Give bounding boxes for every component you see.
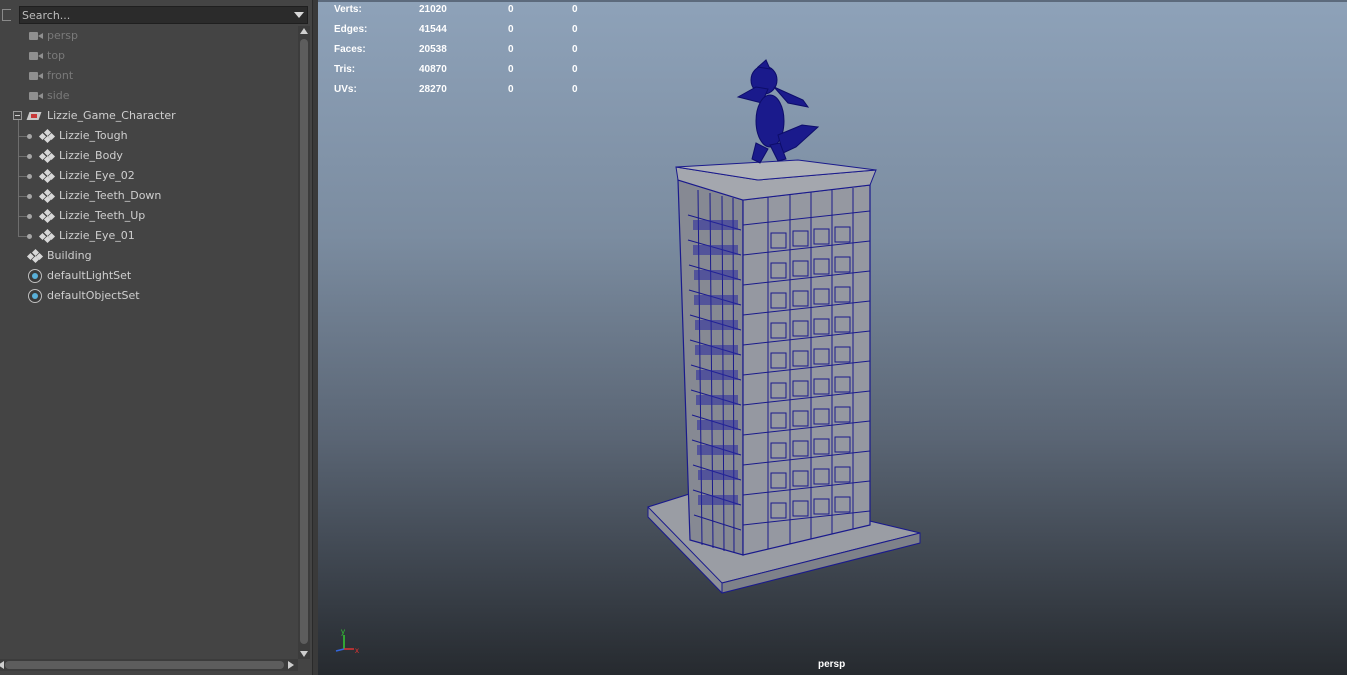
- outliner-item-lizzie-teeth-up[interactable]: Lizzie_Teeth_Up: [0, 206, 298, 226]
- vertical-scroll-thumb[interactable]: [300, 39, 308, 644]
- search-input[interactable]: [22, 7, 282, 23]
- outliner-item-label: front: [47, 69, 74, 82]
- outliner-item-label: Lizzie_Eye_02: [59, 169, 135, 182]
- camera-icon: [29, 32, 43, 40]
- camera-icon: [29, 92, 43, 100]
- outliner-item-lizzie-eye-01[interactable]: Lizzie_Eye_01: [0, 226, 298, 246]
- outliner-item-label: Lizzie_Tough: [59, 129, 128, 142]
- outliner-tree: persp top front side Lizzie_Game_Charact…: [0, 26, 298, 656]
- hud-selected: 0: [508, 24, 514, 35]
- horizontal-scrollbar[interactable]: [0, 659, 298, 671]
- node-dot-icon: [27, 174, 32, 179]
- hud-component: 0: [572, 84, 578, 95]
- search-dropdown-icon[interactable]: [294, 12, 304, 18]
- search-bar: [0, 4, 312, 26]
- outliner-item-label: Lizzie_Eye_01: [59, 229, 135, 242]
- node-dot-icon: [27, 154, 32, 159]
- outliner-item-front[interactable]: front: [0, 66, 298, 86]
- viewport-persp[interactable]: Verts: 21020 0 0 Edges: 41544 0 0 Faces:…: [318, 0, 1347, 675]
- vertical-scrollbar[interactable]: [298, 26, 310, 659]
- hud-total: 28270: [419, 84, 447, 95]
- scene-model[interactable]: [618, 55, 958, 615]
- mesh-icon: [26, 248, 44, 264]
- hud-total: 20538: [419, 44, 447, 55]
- outliner-menu-icon[interactable]: [2, 9, 11, 21]
- hud-row-tris: Tris: 40870 0 0: [334, 64, 634, 84]
- search-box[interactable]: [19, 6, 308, 24]
- outliner-item-lizzie-eye-02[interactable]: Lizzie_Eye_02: [0, 166, 298, 186]
- hud-total: 21020: [419, 4, 447, 15]
- hud-component: 0: [572, 24, 578, 35]
- scroll-left-icon[interactable]: [0, 661, 4, 669]
- hud-selected: 0: [508, 84, 514, 95]
- axis-y-label: y: [341, 627, 345, 636]
- scroll-up-icon[interactable]: [300, 28, 308, 34]
- outliner-item-lizzie-teeth-down[interactable]: Lizzie_Teeth_Down: [0, 186, 298, 206]
- camera-name-label: persp: [818, 659, 846, 670]
- outliner-item-building[interactable]: Building: [0, 246, 298, 266]
- outliner-item-lizzie-game-character[interactable]: Lizzie_Game_Character: [0, 106, 298, 126]
- hud-label: Verts:: [334, 4, 362, 15]
- outliner-item-label: Lizzie_Game_Character: [47, 109, 176, 122]
- outliner-item-label: Building: [47, 249, 92, 262]
- collapse-toggle-icon[interactable]: [13, 111, 22, 120]
- mesh-icon: [38, 128, 56, 144]
- node-dot-icon: [27, 194, 32, 199]
- mesh-icon: [38, 148, 56, 164]
- view-axis-gizmo: y x: [326, 625, 366, 657]
- outliner-item-label: defaultObjectSet: [47, 289, 140, 302]
- hud-component: 0: [572, 44, 578, 55]
- mesh-icon: [38, 228, 56, 244]
- object-set-icon: [28, 289, 42, 303]
- node-dot-icon: [27, 234, 32, 239]
- hud-total: 41544: [419, 24, 447, 35]
- character-lizzie: [736, 59, 820, 164]
- outliner-item-label: persp: [47, 29, 78, 42]
- outliner-item-default-light-set[interactable]: defaultLightSet: [0, 266, 298, 286]
- outliner-item-lizzie-tough[interactable]: Lizzie_Tough: [0, 126, 298, 146]
- outliner-item-lizzie-body[interactable]: Lizzie_Body: [0, 146, 298, 166]
- node-dot-icon: [27, 134, 32, 139]
- node-dot-icon: [27, 214, 32, 219]
- hud-row-uvs: UVs: 28270 0 0: [334, 84, 634, 104]
- hud-label: Faces:: [334, 44, 366, 55]
- hud-row-edges: Edges: 41544 0 0: [334, 24, 634, 44]
- outliner-item-label: Lizzie_Teeth_Up: [59, 209, 146, 222]
- light-set-icon: [28, 269, 42, 283]
- hud-component: 0: [572, 64, 578, 75]
- mesh-icon: [38, 188, 56, 204]
- outliner-item-label: Lizzie_Body: [59, 149, 123, 162]
- hud-row-faces: Faces: 20538 0 0: [334, 44, 634, 64]
- building-tower: [675, 159, 877, 556]
- outliner-item-side[interactable]: side: [0, 86, 298, 106]
- viewport-top-strip: [318, 0, 1347, 2]
- hud-selected: 0: [508, 4, 514, 15]
- scroll-down-icon[interactable]: [300, 651, 308, 657]
- outliner-item-default-object-set[interactable]: defaultObjectSet: [0, 286, 298, 306]
- hud-row-verts: Verts: 21020 0 0: [334, 4, 634, 24]
- hud-label: UVs:: [334, 84, 357, 95]
- hud-selected: 0: [508, 44, 514, 55]
- scroll-right-icon[interactable]: [288, 661, 294, 669]
- outliner-panel: persp top front side Lizzie_Game_Charact…: [0, 0, 312, 675]
- hud-selected: 0: [508, 64, 514, 75]
- hud-total: 40870: [419, 64, 447, 75]
- outliner-item-persp[interactable]: persp: [0, 26, 298, 46]
- outliner-item-top[interactable]: top: [0, 46, 298, 66]
- camera-icon: [29, 52, 43, 60]
- hud-label: Edges:: [334, 24, 368, 35]
- outliner-item-label: side: [47, 89, 70, 102]
- group-icon: [26, 109, 42, 121]
- mesh-icon: [38, 208, 56, 224]
- hud-component: 0: [572, 4, 578, 15]
- camera-icon: [29, 72, 43, 80]
- outliner-item-label: top: [47, 49, 66, 62]
- outliner-item-label: defaultLightSet: [47, 269, 132, 282]
- horizontal-scroll-thumb[interactable]: [5, 661, 284, 669]
- mesh-icon: [38, 168, 56, 184]
- axis-x-label: x: [355, 646, 359, 655]
- hud-label: Tris:: [334, 64, 356, 75]
- outliner-item-label: Lizzie_Teeth_Down: [59, 189, 162, 202]
